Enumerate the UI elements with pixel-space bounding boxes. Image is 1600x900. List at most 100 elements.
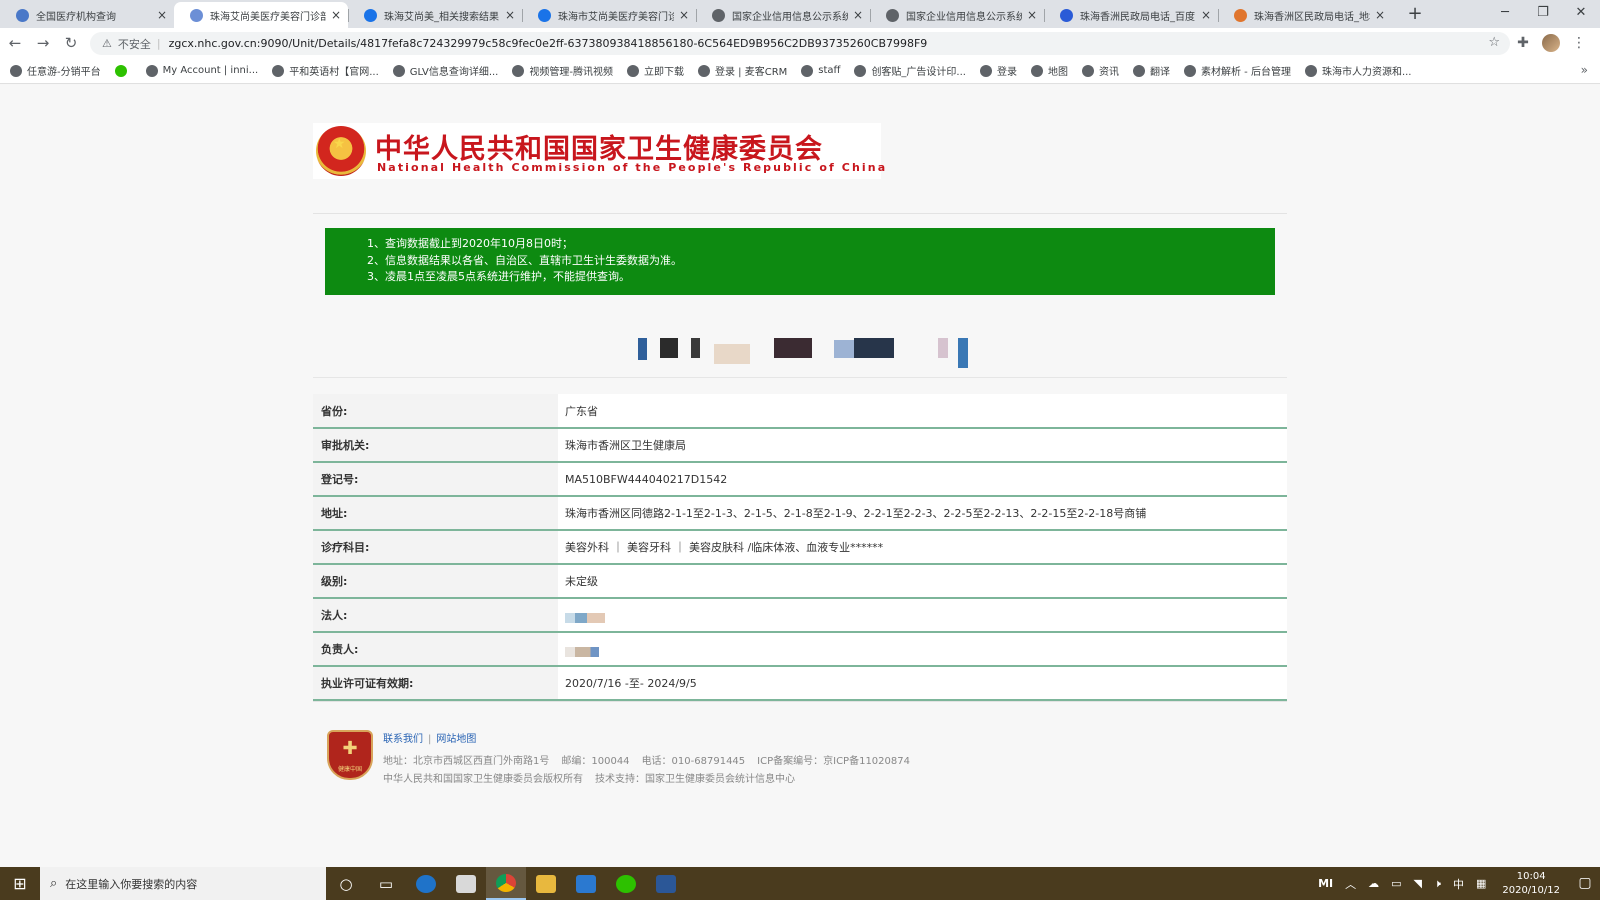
store-icon[interactable] [446,867,486,900]
volume-icon[interactable]: 🕨 [1434,877,1441,891]
bookmark-favicon-icon [1304,64,1317,77]
close-window-button[interactable]: ✕ [1562,0,1600,28]
bookmark-favicon-icon [512,64,525,77]
browser-menu-icon[interactable]: ⋮ [1566,35,1592,51]
new-tab-button[interactable]: + [1402,4,1428,26]
keyboard-icon[interactable]: ▦ [1476,877,1486,890]
bookmark-favicon-icon [114,64,127,77]
details-label: 省份: [313,394,558,428]
start-button[interactable]: ⊞ [0,867,40,900]
bookmark-favicon-icon [854,64,867,77]
bookmarks-overflow-icon[interactable]: » [1581,63,1588,77]
page-content: 中华人民共和国国家卫生健康委员会 National Health Commiss… [0,85,1600,867]
redacted-name [565,613,605,623]
bookmark-item[interactable]: 创客贴_广告设计印... [854,63,966,78]
bookmark-item[interactable] [114,64,132,77]
battery-icon[interactable]: ▭ [1391,877,1401,890]
minimize-button[interactable]: ─ [1486,0,1524,28]
mi-icon[interactable]: MI [1318,877,1333,890]
not-secure-label[interactable]: 不安全 [118,36,151,52]
window-controls: ─ ❐ ✕ [1486,0,1600,28]
site-logo[interactable]: 中华人民共和国国家卫生健康委员会 National Health Commiss… [313,123,885,179]
browser-tab[interactable]: 珠海香洲区民政局电话_地址 × [1218,2,1392,28]
taskbar-search-placeholder[interactable]: 在这里输入你要搜索的内容 [65,876,197,892]
tab-close-icon[interactable]: × [157,7,167,23]
tab-close-icon[interactable]: × [679,7,689,23]
contact-us-link[interactable]: 联系我们 [383,734,423,745]
bookmark-item[interactable]: 资讯 [1081,63,1119,78]
extensions-icon[interactable]: ✚ [1510,35,1536,51]
tab-close-icon[interactable]: × [505,7,515,23]
bookmark-item[interactable]: 平和英语村【官网... [272,63,379,78]
bookmark-item[interactable]: 登录 | 麦客CRM [697,63,787,78]
bookmark-favicon-icon [145,64,158,77]
details-row: 地址: 珠海市香洲区同德路2-1-1至2-1-3、2-1-5、2-1-8至2-1-… [313,496,1287,530]
bookmark-favicon-icon [801,64,814,77]
forward-button[interactable]: → [30,31,56,55]
footer-copyright-line: 中华人民共和国国家卫生健康委员会版权所有 技术支持：国家卫生健康委员会统计信息中心 [383,770,807,785]
word-icon[interactable] [646,867,686,900]
bookmark-item[interactable]: 翻译 [1132,63,1170,78]
tab-close-icon[interactable]: × [1201,7,1211,23]
browser-tab[interactable]: 珠海艾尚美医疗美容门诊部 × [174,2,348,28]
browser-tab[interactable]: 珠海艾尚美_相关搜索结果 × [348,2,522,28]
restore-button[interactable]: ❐ [1524,0,1562,28]
notification-icon[interactable]: ▢ [1570,867,1600,900]
file-explorer-icon[interactable] [526,867,566,900]
bookmark-item[interactable]: 立即下载 [626,63,684,78]
footer-postcode: 邮编：100044 [561,756,630,767]
bookmark-star-icon[interactable]: ☆ [1488,35,1500,50]
bookmark-item[interactable]: 素材解析 - 后台管理 [1183,63,1291,78]
wifi-icon[interactable]: ◥ [1414,877,1422,890]
tab-close-icon[interactable]: × [853,7,863,23]
browser-tab[interactable]: 珠海市艾尚美医疗美容门诊 × [522,2,696,28]
tab-close-icon[interactable]: × [1027,7,1037,23]
mail-icon[interactable] [566,867,606,900]
details-label: 负责人: [313,632,558,666]
bookmark-favicon-icon [10,64,22,77]
cloud-icon[interactable]: ☁ [1368,877,1379,890]
tab-close-icon[interactable]: × [1375,7,1385,23]
tab-favicon-icon [1060,9,1073,22]
footer-phone: 电话：010-68791445 [641,756,746,767]
bookmark-item[interactable]: 珠海市人力资源和... [1304,63,1412,78]
chrome-icon[interactable] [486,867,526,900]
taskbar-search[interactable]: ⌕ 在这里输入你要搜索的内容 [40,867,326,900]
browser-tab[interactable]: 国家企业信用信息公示系统 × [696,2,870,28]
browser-tab[interactable]: 国家企业信用信息公示系统 × [870,2,1044,28]
tab-title: 珠海艾尚美_相关搜索结果 [384,11,499,23]
cortana-icon[interactable]: ○ [326,867,366,900]
ime-indicator[interactable]: 中 [1453,876,1464,892]
reload-button[interactable]: ↻ [58,31,84,55]
browser-tab[interactable]: 全国医疗机构查询 × [0,2,174,28]
bookmark-item[interactable]: staff [801,64,840,77]
details-row: 级别: 未定级 [313,564,1287,598]
bookmark-item[interactable]: 地图 [1030,63,1068,78]
url-text[interactable]: zgcx.nhc.gov.cn:9090/Unit/Details/4817fe… [169,37,928,50]
bookmark-item[interactable]: 登录 [979,63,1017,78]
edge-icon[interactable] [406,867,446,900]
site-map-link[interactable]: 网站地图 [436,734,476,745]
bookmarks-bar: 任意游-分销平台 My Account | inni... 平和英语村【官网... G… [0,58,1600,84]
task-view-icon[interactable]: ▭ [366,867,406,900]
bookmark-favicon-icon [1132,64,1145,77]
bookmark-item[interactable]: GLV信息查询详细... [392,63,498,78]
bookmark-item[interactable]: 任意游-分销平台 [10,63,101,78]
tab-favicon-icon [886,9,899,22]
back-button[interactable]: ← [2,31,28,55]
bookmark-item[interactable]: My Account | inni... [145,64,258,77]
clock[interactable]: 10:04 2020/10/12 [1502,870,1560,898]
wechat-icon[interactable] [606,867,646,900]
not-secure-icon[interactable]: ⚠ [102,37,112,50]
tray-overflow-icon[interactable]: ︿ [1345,876,1356,892]
details-row: 省份: 广东省 [313,394,1287,428]
bookmark-favicon-icon [979,64,992,77]
bookmark-label: 登录 [996,67,1017,78]
browser-tab[interactable]: 珠海香洲民政局电话_百度 × [1044,2,1218,28]
address-bar[interactable]: ⚠ 不安全 | zgcx.nhc.gov.cn:9090/Unit/Detail… [90,32,1510,55]
tab-title: 珠海香洲民政局电话_百度 [1080,11,1195,23]
profile-avatar[interactable] [1542,34,1560,52]
bookmark-item[interactable]: 视频管理-腾讯视频 [512,63,613,78]
tab-close-icon[interactable]: × [331,7,341,23]
health-china-label: 健康中国 [337,766,362,773]
